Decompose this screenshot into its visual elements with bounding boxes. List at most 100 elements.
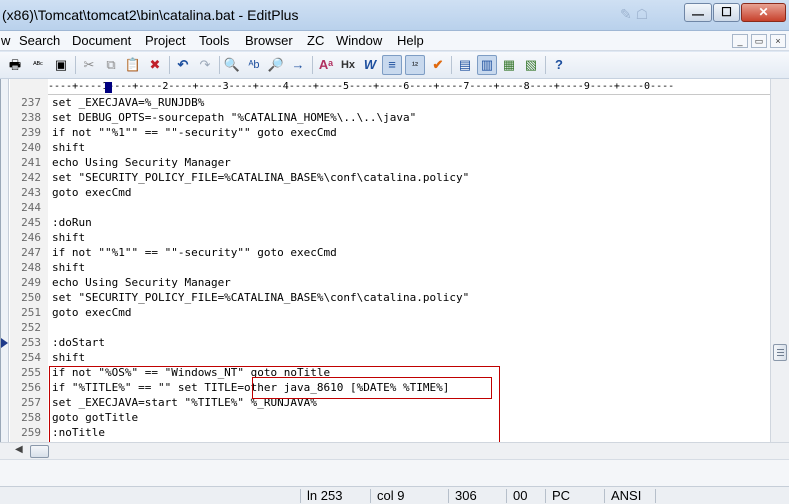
code-text[interactable]: goto execCmd	[52, 305, 131, 320]
line-number: 247	[21, 246, 41, 259]
line-number: 249	[21, 276, 41, 289]
help-icon[interactable]: ?	[549, 55, 569, 75]
code-text[interactable]: if not ""%1"" == ""-security"" goto exec…	[52, 245, 337, 260]
code-text[interactable]: echo Using Security Manager	[52, 275, 231, 290]
doc-minimize-button[interactable]: _	[732, 34, 748, 48]
code-line[interactable]: 239 if not ""%1"" == ""-security"" goto e…	[10, 125, 770, 140]
code-text[interactable]: shift	[52, 350, 85, 365]
status-line-ending: PC	[552, 488, 571, 503]
code-line[interactable]: 252	[10, 320, 770, 335]
menu-bar: w Search Document Project Tools Browser …	[0, 31, 789, 51]
line-number: 248	[21, 261, 41, 274]
line-number-icon[interactable]: ≡	[382, 55, 402, 75]
undo-icon[interactable]: ↶	[173, 55, 193, 75]
doc-restore-button[interactable]: ▭	[751, 34, 767, 48]
menu-tools[interactable]: Tools	[199, 33, 229, 48]
code-text[interactable]: set "SECURITY_POLICY_FILE=%CATALINA_BASE…	[52, 170, 469, 185]
cliptext-icon[interactable]: ▤	[455, 55, 475, 75]
editor-area[interactable]: ----+----1----+----2----+----3----+----4…	[0, 79, 771, 444]
find-in-files-icon[interactable]: 🔎	[266, 55, 286, 75]
code-line[interactable]: 254 shift	[10, 350, 770, 365]
toolbar: 🖶 ᴬᴮᶜ ▣ ✂ ⧉ 📋 ✖ ↶ ↷ 🔍 ᴬb 🔎 → Aᵃ Hx W ≡ ¹…	[0, 52, 789, 79]
status-encoding: ANSI	[611, 488, 642, 503]
code-text[interactable]: echo Using Security Manager	[52, 155, 231, 170]
grip-line	[777, 355, 784, 356]
code-text[interactable]: set _EXECJAVA=%_RUNJDB%	[52, 95, 204, 110]
line-number: 252	[21, 321, 41, 334]
status-divider	[448, 489, 449, 503]
code-line[interactable]: 238 set DEBUG_OPTS=-sourcepath "%CATALINA…	[10, 110, 770, 125]
paste-icon[interactable]: 📋	[123, 55, 143, 75]
highlight-box-inner	[252, 377, 492, 399]
copy-icon[interactable]: ⧉	[101, 55, 121, 75]
vertical-scrollbar[interactable]	[770, 79, 789, 442]
code-text[interactable]: :doRun	[52, 215, 92, 230]
print-icon[interactable]: 🖶	[5, 55, 25, 75]
directory-icon[interactable]: ▥	[477, 55, 497, 75]
code-line[interactable]: 247 if not ""%1"" == ""-security"" goto e…	[10, 245, 770, 260]
code-line[interactable]: 249 echo Using Security Manager	[10, 275, 770, 290]
find-icon[interactable]: 🔍	[222, 55, 242, 75]
line-number: 242	[21, 171, 41, 184]
code-line[interactable]: 244	[10, 200, 770, 215]
code-text[interactable]: shift	[52, 140, 85, 155]
line-number: 256	[21, 381, 41, 394]
line-number: 241	[21, 156, 41, 169]
font-icon[interactable]: Aᵃ	[316, 55, 336, 75]
output-icon[interactable]: ▦	[499, 55, 519, 75]
code-text[interactable]: set DEBUG_OPTS=-sourcepath "%CATALINA_HO…	[52, 110, 416, 125]
code-line[interactable]: 243 goto execCmd	[10, 185, 770, 200]
code-text[interactable]: goto execCmd	[52, 185, 131, 200]
preview-icon[interactable]: ▣	[51, 55, 71, 75]
browser-icon[interactable]: ▧	[521, 55, 541, 75]
code-line[interactable]: 251 goto execCmd	[10, 305, 770, 320]
vertical-scroll-thumb[interactable]	[773, 344, 787, 361]
replace-icon[interactable]: ᴬb	[244, 55, 264, 75]
goto-icon[interactable]: →	[288, 55, 308, 75]
horizontal-scrollbar[interactable]: ◀	[0, 442, 789, 459]
code-line[interactable]: 246 shift	[10, 230, 770, 245]
spellcheck-check-icon[interactable]: ✔	[428, 55, 448, 75]
line-number: 254	[21, 351, 41, 364]
menu-view[interactable]: w	[1, 33, 10, 48]
redo-icon[interactable]: ↷	[195, 55, 215, 75]
ruler-cursor-marker	[105, 82, 112, 93]
code-line[interactable]: 250 set "SECURITY_POLICY_FILE=%CATALINA_B…	[10, 290, 770, 305]
horizontal-scroll-thumb[interactable]	[30, 445, 49, 458]
menu-help[interactable]: Help	[397, 33, 424, 48]
code-text[interactable]: shift	[52, 230, 85, 245]
code-line[interactable]: 245:doRun	[10, 215, 770, 230]
menu-document[interactable]: Document	[72, 33, 131, 48]
maximize-button[interactable]: ☐	[713, 3, 740, 22]
code-line[interactable]: 242 set "SECURITY_POLICY_FILE=%CATALINA_B…	[10, 170, 770, 185]
menu-search[interactable]: Search	[19, 33, 60, 48]
line-number: 237	[21, 96, 41, 109]
delete-icon[interactable]: ✖	[145, 55, 165, 75]
menu-browser[interactable]: Browser	[245, 33, 293, 48]
ruler-icon[interactable]: ¹²	[405, 55, 425, 75]
code-text[interactable]: set "SECURITY_POLICY_FILE=%CATALINA_BASE…	[52, 290, 469, 305]
line-number: 244	[21, 201, 41, 214]
grip-line	[777, 352, 784, 353]
menu-zc[interactable]: ZC	[307, 33, 324, 48]
html-icon[interactable]: Hx	[338, 55, 358, 75]
spellcheck-icon[interactable]: ᴬᴮᶜ	[28, 55, 48, 75]
doc-close-button[interactable]: ×	[770, 34, 786, 48]
minimize-button[interactable]: —	[684, 3, 712, 22]
menu-window[interactable]: Window	[336, 33, 382, 48]
code-text[interactable]: if not ""%1"" == ""-security"" goto exec…	[52, 125, 337, 140]
code-line[interactable]: 248 shift	[10, 260, 770, 275]
column-ruler: ----+----1----+----2----+----3----+----4…	[48, 79, 771, 95]
code-line[interactable]: 237 set _EXECJAVA=%_RUNJDB%	[10, 95, 770, 110]
cut-icon[interactable]: ✂	[79, 55, 99, 75]
word-wrap-icon[interactable]: W	[360, 55, 380, 75]
line-number: 257	[21, 396, 41, 409]
code-text[interactable]: shift	[52, 260, 85, 275]
code-line[interactable]: 253:doStart	[10, 335, 770, 350]
code-text[interactable]: :doStart	[52, 335, 105, 350]
code-line[interactable]: 240 shift	[10, 140, 770, 155]
scroll-left-arrow-icon[interactable]: ◀	[15, 444, 23, 455]
menu-project[interactable]: Project	[145, 33, 185, 48]
close-button[interactable]: ✕	[741, 3, 786, 22]
code-line[interactable]: 241 echo Using Security Manager	[10, 155, 770, 170]
